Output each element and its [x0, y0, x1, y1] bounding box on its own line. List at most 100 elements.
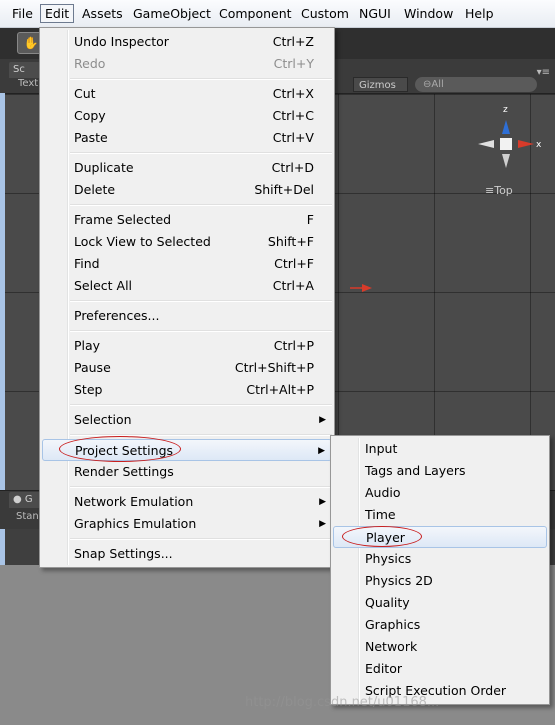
menu-item-label: Physics	[365, 551, 412, 566]
menu-item-shortcut: Ctrl+X	[272, 86, 314, 101]
scene-search-input[interactable]: ⊖All	[415, 77, 537, 92]
menu-custom[interactable]: Custom	[297, 4, 353, 23]
scene-shading-mode[interactable]: Text	[18, 78, 38, 89]
menu-item-shortcut: Shift+Del	[254, 182, 314, 197]
menu-ngui[interactable]: NGUI	[355, 4, 395, 23]
menu-item-label: Selection	[74, 412, 132, 427]
menu-item-shortcut: Ctrl+F	[274, 256, 314, 271]
menu-item-shortcut: F	[306, 212, 314, 227]
menu-item-snap-settings[interactable]: Snap Settings...	[42, 543, 332, 565]
menu-item-paste[interactable]: Paste Ctrl+V	[42, 127, 332, 149]
center-cube	[500, 138, 512, 150]
menu-item-play[interactable]: Play Ctrl+P	[42, 335, 332, 357]
menu-item-render-settings[interactable]: Render Settings	[42, 461, 332, 483]
menu-item-lock-view[interactable]: Lock View to Selected Shift+F	[42, 231, 332, 253]
menu-item-label: Network	[365, 639, 418, 654]
menu-item-label: Pause	[74, 360, 111, 375]
menu-edit[interactable]: Edit	[40, 4, 75, 23]
x-axis-cone	[518, 140, 534, 148]
menu-item-label: Copy	[74, 108, 106, 123]
menu-item-graphics-emulation[interactable]: Graphics Emulation ▶	[42, 513, 332, 535]
game-icon: ●	[13, 494, 25, 505]
menu-item-shortcut: Ctrl+Z	[272, 34, 314, 49]
menu-item-label: Delete	[74, 182, 116, 197]
menu-item-select-all[interactable]: Select All Ctrl+A	[42, 275, 332, 297]
pane-options-icon[interactable]: ▾≡	[537, 67, 550, 78]
menu-separator	[70, 538, 332, 540]
submenu-item-input[interactable]: Input	[333, 438, 547, 460]
menu-item-label: Frame Selected	[74, 212, 172, 227]
menu-item-label: Time	[365, 507, 396, 522]
menu-separator	[70, 152, 332, 154]
menu-item-cut[interactable]: Cut Ctrl+X	[42, 83, 332, 105]
menu-item-label: Tags and Layers	[365, 463, 466, 478]
menu-item-label: Play	[74, 338, 101, 353]
submenu-item-network[interactable]: Network	[333, 636, 547, 658]
submenu-item-physics[interactable]: Physics	[333, 548, 547, 570]
submenu-item-graphics[interactable]: Graphics	[333, 614, 547, 636]
menu-item-label: Step	[74, 382, 103, 397]
game-aspect-dropdown[interactable]: Stan	[16, 511, 39, 522]
menu-file[interactable]: File	[8, 4, 37, 23]
menu-help[interactable]: Help	[461, 4, 498, 23]
menu-bar: File Edit Assets GameObject Component Cu…	[0, 0, 555, 28]
edit-menu: Undo Inspector Ctrl+Z Redo Ctrl+Y Cut Ct…	[39, 27, 335, 568]
menu-item-label: Graphics Emulation	[74, 516, 197, 531]
menu-item-redo: Redo Ctrl+Y	[42, 53, 332, 75]
y-axis-cone	[502, 120, 510, 134]
menu-item-preferences[interactable]: Preferences...	[42, 305, 332, 327]
menu-window[interactable]: Window	[400, 4, 457, 23]
submenu-item-physics-2d[interactable]: Physics 2D	[333, 570, 547, 592]
menu-gameobject[interactable]: GameObject	[129, 4, 215, 23]
menu-item-label: Duplicate	[74, 160, 134, 175]
menu-item-label: Audio	[365, 485, 401, 500]
menu-separator	[70, 434, 332, 436]
menu-item-copy[interactable]: Copy Ctrl+C	[42, 105, 332, 127]
x-handle-arrow[interactable]	[350, 283, 372, 293]
submenu-arrow-icon: ▶	[318, 446, 325, 456]
axis-label-x: x	[536, 140, 542, 150]
submenu-item-quality[interactable]: Quality	[333, 592, 547, 614]
submenu-arrow-icon: ▶	[319, 497, 326, 507]
menu-item-shortcut: Ctrl+D	[271, 160, 314, 175]
menu-item-undo[interactable]: Undo Inspector Ctrl+Z	[42, 31, 332, 53]
submenu-item-editor[interactable]: Editor	[333, 658, 547, 680]
view-label[interactable]: ≡Top	[485, 184, 513, 197]
submenu-item-player[interactable]: Player	[333, 526, 547, 548]
menu-item-label: Input	[365, 441, 398, 456]
menu-item-project-settings[interactable]: Project Settings ▶	[42, 439, 332, 461]
menu-item-delete[interactable]: Delete Shift+Del	[42, 179, 332, 201]
menu-item-pause[interactable]: Pause Ctrl+Shift+P	[42, 357, 332, 379]
menu-item-label: Render Settings	[74, 464, 174, 479]
neg-y-axis-cone	[502, 154, 510, 168]
menu-item-shortcut: Ctrl+P	[273, 338, 314, 353]
submenu-item-time[interactable]: Time	[333, 504, 547, 526]
menu-item-label: Undo Inspector	[74, 34, 169, 49]
menu-item-label: Paste	[74, 130, 108, 145]
menu-item-frame-selected[interactable]: Frame Selected F	[42, 209, 332, 231]
menu-item-label: Snap Settings...	[74, 546, 173, 561]
menu-item-selection[interactable]: Selection ▶	[42, 409, 332, 431]
menu-component[interactable]: Component	[215, 4, 296, 23]
menu-item-shortcut: Ctrl+Alt+P	[246, 382, 314, 397]
menu-item-network-emulation[interactable]: Network Emulation ▶	[42, 491, 332, 513]
menu-separator	[70, 78, 332, 80]
menu-separator	[70, 204, 332, 206]
submenu-item-audio[interactable]: Audio	[333, 482, 547, 504]
submenu-arrow-icon: ▶	[319, 415, 326, 425]
gizmos-dropdown[interactable]: Gizmos	[353, 77, 408, 92]
menu-separator	[70, 486, 332, 488]
menu-item-shortcut: Ctrl+C	[272, 108, 314, 123]
menu-item-shortcut: Ctrl+V	[272, 130, 314, 145]
watermark: http://blog.csdn.net/u01168...	[245, 695, 440, 710]
submenu-arrow-icon: ▶	[319, 519, 326, 529]
menu-item-find[interactable]: Find Ctrl+F	[42, 253, 332, 275]
menu-item-label: Lock View to Selected	[74, 234, 211, 249]
menu-assets[interactable]: Assets	[78, 4, 127, 23]
menu-item-duplicate[interactable]: Duplicate Ctrl+D	[42, 157, 332, 179]
menu-item-step[interactable]: Step Ctrl+Alt+P	[42, 379, 332, 401]
menu-item-label: Select All	[74, 278, 133, 293]
menu-item-label: Find	[74, 256, 100, 271]
hand-icon: ✋	[23, 36, 39, 50]
submenu-item-tags-and-layers[interactable]: Tags and Layers	[333, 460, 547, 482]
